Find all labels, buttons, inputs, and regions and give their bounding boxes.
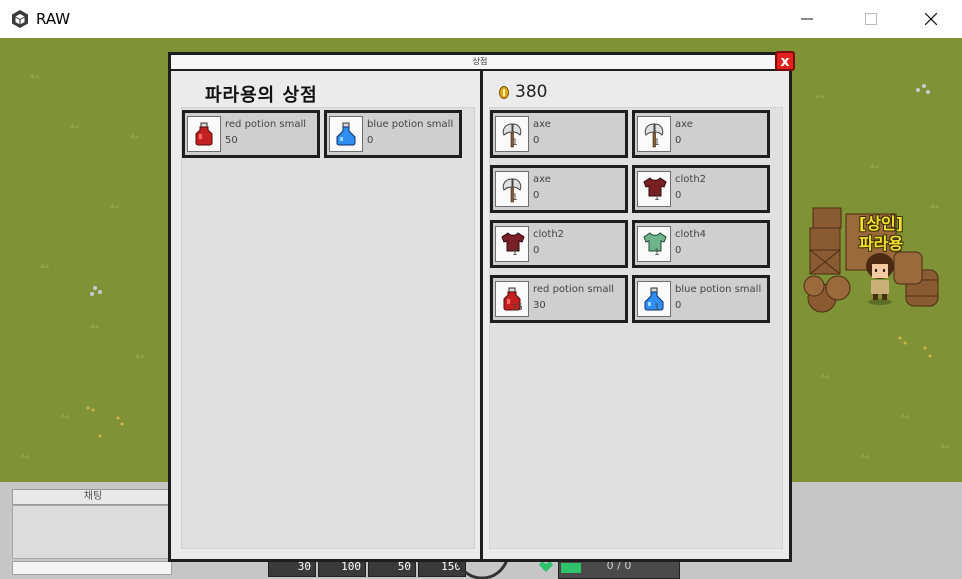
game-viewport[interactable]: [상인] 파라용 채팅 30 100 50 150 0 / 0 상점 x 파라용…: [0, 38, 962, 579]
shop-window-title: 상점: [171, 55, 789, 71]
gold-coin-icon: [499, 86, 509, 99]
item-count: 0: [367, 135, 374, 146]
item-name: axe: [675, 119, 693, 130]
item-count: 0: [533, 245, 540, 256]
chat-panel: 채팅: [10, 489, 174, 579]
chat-input[interactable]: [12, 561, 172, 575]
item-name: axe: [533, 119, 551, 130]
window-titlebar: RAW: [0, 0, 962, 39]
item-name: blue potion small: [367, 119, 454, 130]
shop-item[interactable]: red potion small 50: [182, 110, 320, 158]
inventory-item[interactable]: 1 cloth2 0: [490, 220, 628, 268]
window-title: RAW: [36, 10, 71, 28]
item-quantity: 1: [654, 248, 660, 258]
item-quantity: 1: [512, 248, 518, 258]
shop-stock-panel: [181, 107, 475, 549]
item-quantity: 1: [654, 303, 660, 313]
close-icon: x: [780, 54, 790, 70]
inventory-item[interactable]: 1 cloth2 0: [632, 165, 770, 213]
merchant-npc-sprite: [866, 253, 894, 305]
maximize-button[interactable]: [848, 0, 894, 38]
app-logo-icon: [12, 10, 28, 28]
npc-name-label: 파라용: [858, 234, 904, 253]
close-window-button[interactable]: [908, 0, 954, 38]
item-count: 50: [225, 135, 238, 146]
item-count: 0: [533, 190, 540, 201]
maximize-icon: [865, 13, 877, 25]
item-quantity: 1: [654, 138, 660, 148]
minimize-icon: [801, 18, 813, 20]
item-quantity: 1: [512, 138, 518, 148]
inventory-item[interactable]: 1 axe 0: [632, 110, 770, 158]
item-count: 0: [675, 135, 682, 146]
blue-potion-icon: [329, 116, 363, 152]
shop-item[interactable]: blue potion small 0: [324, 110, 462, 158]
minimize-button[interactable]: [784, 0, 830, 38]
chat-log: [12, 505, 174, 559]
item-name: blue potion small: [675, 284, 762, 295]
chat-header: 채팅: [12, 489, 174, 505]
item-quantity: 1: [654, 193, 660, 203]
item-name: cloth4: [675, 229, 707, 240]
item-name: axe: [533, 174, 551, 185]
close-icon: [925, 13, 937, 25]
item-quantity: 1: [512, 193, 518, 203]
shop-name: 파라용의 상점: [205, 85, 318, 106]
shop-close-button[interactable]: x: [775, 51, 795, 71]
item-name: cloth2: [533, 229, 565, 240]
npc-role-label: [상인]: [858, 214, 904, 233]
inventory-item[interactable]: 15 red potion small 30: [490, 275, 628, 323]
inventory-item[interactable]: 1 blue potion small 0: [632, 275, 770, 323]
red-potion-icon: [187, 116, 221, 152]
item-quantity: 15: [512, 303, 523, 313]
inventory-item[interactable]: 1 axe 0: [490, 110, 628, 158]
shop-divider: [480, 71, 483, 559]
item-name: red potion small: [225, 119, 307, 130]
item-name: cloth2: [675, 174, 707, 185]
inventory-item[interactable]: 1 cloth4 0: [632, 220, 770, 268]
shop-window: 상점 x 파라용의 상점 red potion small 50 blue po…: [168, 51, 795, 562]
item-count: 30: [533, 300, 546, 311]
item-name: red potion small: [533, 284, 615, 295]
gold-amount: 380: [515, 82, 548, 102]
inventory-item[interactable]: 1 axe 0: [490, 165, 628, 213]
item-count: 0: [675, 190, 682, 201]
item-count: 0: [675, 300, 682, 311]
item-count: 0: [533, 135, 540, 146]
item-count: 0: [675, 245, 682, 256]
